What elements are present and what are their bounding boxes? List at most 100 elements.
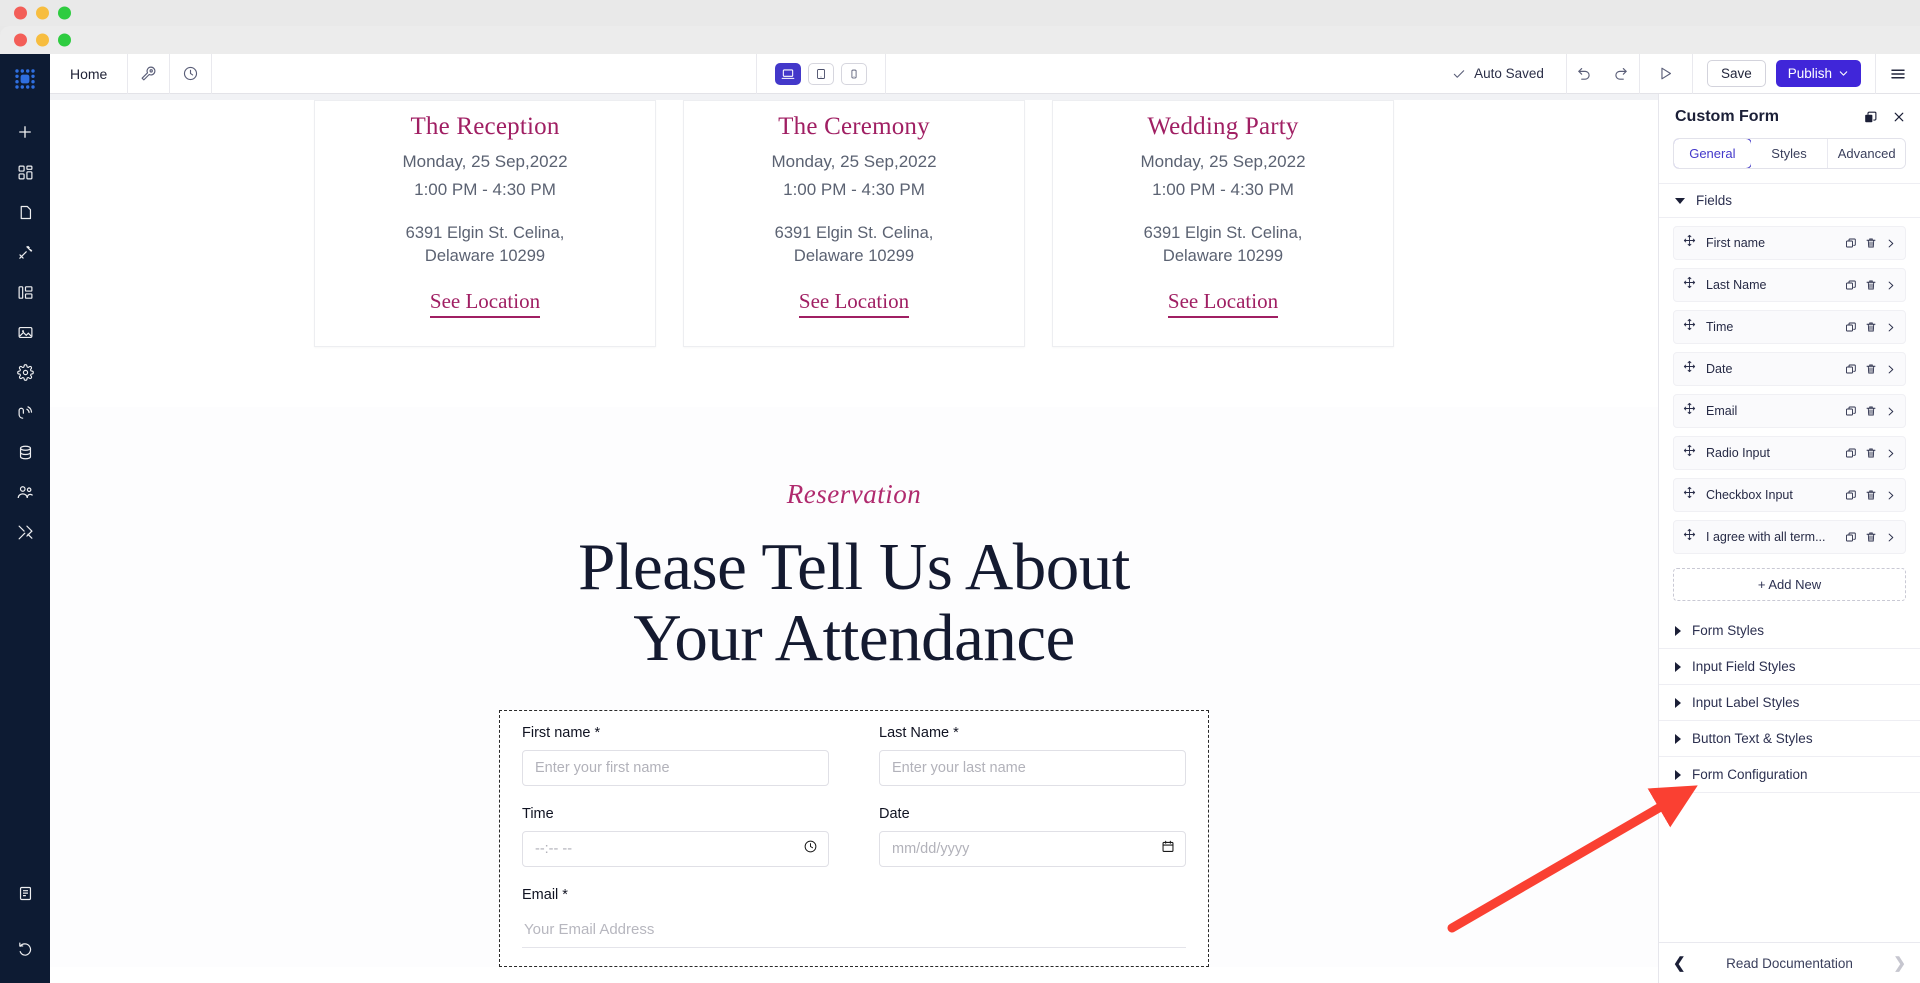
delete-icon[interactable] xyxy=(1865,237,1877,249)
tab-styles[interactable]: Styles xyxy=(1750,139,1829,168)
chevron-left-icon[interactable]: ❮ xyxy=(1673,954,1686,972)
section-fields-header[interactable]: Fields xyxy=(1659,183,1920,218)
device-mobile-button[interactable] xyxy=(841,62,868,85)
time-input[interactable] xyxy=(522,830,829,867)
close-window-button-inner[interactable] xyxy=(14,33,27,47)
duplicate-icon[interactable] xyxy=(1845,489,1857,501)
delete-icon[interactable] xyxy=(1865,447,1877,459)
drag-handle-icon[interactable] xyxy=(1683,486,1696,504)
publish-button[interactable]: Publish xyxy=(1775,60,1862,87)
chevron-right-icon[interactable] xyxy=(1885,532,1896,543)
rail-item-media[interactable] xyxy=(0,312,50,352)
chevron-right-icon[interactable] xyxy=(1885,448,1896,459)
duplicate-icon[interactable] xyxy=(1845,447,1857,459)
duplicate-icon[interactable] xyxy=(1845,321,1857,333)
list-item[interactable]: Email xyxy=(1673,394,1906,428)
date-input[interactable] xyxy=(879,830,1186,867)
see-location-link[interactable]: See Location xyxy=(429,289,541,318)
drag-handle-icon[interactable] xyxy=(1683,528,1696,546)
first-name-input[interactable] xyxy=(522,749,829,786)
section-form-configuration[interactable]: Form Configuration xyxy=(1659,757,1920,793)
close-icon[interactable] xyxy=(1892,110,1906,124)
see-location-link[interactable]: See Location xyxy=(798,289,910,318)
maximize-window-button[interactable] xyxy=(58,6,71,20)
rail-item-structure[interactable] xyxy=(0,272,50,312)
delete-icon[interactable] xyxy=(1865,405,1877,417)
save-button[interactable]: Save xyxy=(1706,60,1766,87)
duplicate-icon[interactable] xyxy=(1845,363,1857,375)
preview-play-icon[interactable] xyxy=(1648,54,1684,94)
rail-item-interactions[interactable] xyxy=(0,392,50,432)
custom-form-widget[interactable]: First name * Last Name * Time xyxy=(499,709,1209,967)
section-button-text-styles[interactable]: Button Text & Styles xyxy=(1659,721,1920,757)
delete-icon[interactable] xyxy=(1865,531,1877,543)
event-card[interactable]: Wedding Party Monday, 25 Sep,2022 1:00 P… xyxy=(1052,100,1394,347)
drag-handle-icon[interactable] xyxy=(1683,444,1696,462)
rail-item-theme[interactable] xyxy=(0,232,50,272)
rail-item-blocks[interactable] xyxy=(0,152,50,192)
email-input[interactable] xyxy=(522,911,1186,948)
undo-icon[interactable] xyxy=(1567,54,1603,94)
rail-item-settings[interactable] xyxy=(0,352,50,392)
list-item[interactable]: Radio Input xyxy=(1673,436,1906,470)
home-button[interactable]: Home xyxy=(50,53,129,94)
list-item[interactable]: Checkbox Input xyxy=(1673,478,1906,512)
rail-item-add[interactable] xyxy=(0,112,50,152)
chevron-right-icon[interactable]: ❯ xyxy=(1893,954,1906,972)
section-input-field-styles[interactable]: Input Field Styles xyxy=(1659,649,1920,685)
chevron-right-icon[interactable] xyxy=(1885,364,1896,375)
delete-icon[interactable] xyxy=(1865,279,1877,291)
chevron-right-icon[interactable] xyxy=(1885,490,1896,501)
rail-item-docs[interactable] xyxy=(0,873,50,913)
delete-icon[interactable] xyxy=(1865,321,1877,333)
drag-handle-icon[interactable] xyxy=(1683,234,1696,252)
clock-history-icon[interactable] xyxy=(170,53,213,94)
chevron-right-icon[interactable] xyxy=(1885,406,1896,417)
minimize-window-button-inner[interactable] xyxy=(36,33,49,47)
rail-item-tools[interactable] xyxy=(0,512,50,552)
delete-icon[interactable] xyxy=(1865,363,1877,375)
duplicate-icon[interactable] xyxy=(1845,405,1857,417)
wrench-icon[interactable] xyxy=(128,53,171,94)
add-new-field-button[interactable]: + Add New xyxy=(1673,568,1906,601)
maximize-window-button-inner[interactable] xyxy=(58,33,71,47)
event-card[interactable]: The Reception Monday, 25 Sep,2022 1:00 P… xyxy=(314,100,656,347)
event-card[interactable]: The Ceremony Monday, 25 Sep,2022 1:00 PM… xyxy=(683,100,1025,347)
chevron-right-icon[interactable] xyxy=(1885,322,1896,333)
read-documentation-link[interactable]: Read Documentation xyxy=(1686,956,1894,971)
chevron-right-icon[interactable] xyxy=(1885,238,1896,249)
minimize-window-button[interactable] xyxy=(36,6,49,20)
duplicate-icon[interactable] xyxy=(1845,237,1857,249)
list-item[interactable]: Last Name xyxy=(1673,268,1906,302)
close-window-button[interactable] xyxy=(14,6,27,20)
chevron-right-icon[interactable] xyxy=(1885,280,1896,291)
drag-handle-icon[interactable] xyxy=(1683,402,1696,420)
tab-general[interactable]: General xyxy=(1674,139,1752,168)
see-location-link[interactable]: See Location xyxy=(1167,289,1279,318)
page-canvas[interactable]: The Reception Monday, 25 Sep,2022 1:00 P… xyxy=(50,94,1658,983)
duplicate-icon[interactable] xyxy=(1845,279,1857,291)
list-item[interactable]: Date xyxy=(1673,352,1906,386)
section-input-label-styles[interactable]: Input Label Styles xyxy=(1659,685,1920,721)
rail-item-history[interactable] xyxy=(0,929,50,969)
list-item[interactable]: First name xyxy=(1673,226,1906,260)
drag-handle-icon[interactable] xyxy=(1683,360,1696,378)
device-desktop-button[interactable] xyxy=(775,62,802,85)
redo-icon[interactable] xyxy=(1603,54,1639,94)
rail-item-pages[interactable] xyxy=(0,192,50,232)
rail-item-users[interactable] xyxy=(0,472,50,512)
section-form-styles[interactable]: Form Styles xyxy=(1659,613,1920,649)
device-tablet-button[interactable] xyxy=(808,62,835,85)
hamburger-menu-icon[interactable] xyxy=(1876,54,1920,94)
rail-item-data[interactable] xyxy=(0,432,50,472)
drag-handle-icon[interactable] xyxy=(1683,276,1696,294)
copy-layers-icon[interactable] xyxy=(1863,110,1878,125)
duplicate-icon[interactable] xyxy=(1845,531,1857,543)
grid-logo-icon[interactable] xyxy=(0,54,50,104)
delete-icon[interactable] xyxy=(1865,489,1877,501)
last-name-input[interactable] xyxy=(879,749,1186,786)
drag-handle-icon[interactable] xyxy=(1683,318,1696,336)
list-item[interactable]: I agree with all term... xyxy=(1673,520,1906,554)
tab-advanced[interactable]: Advanced xyxy=(1828,139,1905,168)
list-item[interactable]: Time xyxy=(1673,310,1906,344)
